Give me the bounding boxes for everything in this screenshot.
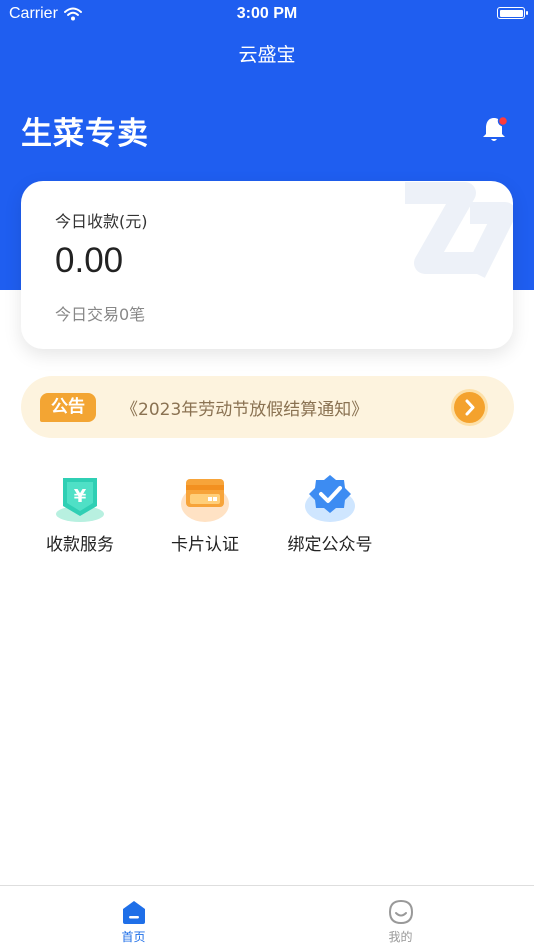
tab-profile[interactable]: 我的 [267, 886, 534, 951]
service-label: 收款服务 [46, 535, 114, 555]
income-label: 今日收款(元) [55, 212, 148, 231]
notice-text[interactable]: 《2023年劳动节放假结算通知》 [121, 395, 368, 420]
svg-text:¥: ¥ [74, 486, 87, 507]
service-label: 绑定公众号 [287, 535, 373, 555]
store-name: 生菜专卖 [21, 116, 149, 152]
card-icon [178, 470, 232, 524]
card-watermark-logo [405, 182, 513, 278]
notice-badge: 公告 [40, 393, 96, 422]
yen-shield-icon: ¥ [53, 470, 107, 524]
tab-bar: 首页 我的 [0, 885, 534, 951]
battery-icon [497, 7, 528, 19]
notice-banner[interactable]: 公告 《2023年劳动节放假结算通知》 [21, 376, 514, 438]
service-collect-payment[interactable]: ¥ 收款服务 [28, 470, 132, 555]
service-card-verification[interactable]: 卡片认证 [153, 470, 257, 555]
service-label: 卡片认证 [171, 535, 239, 555]
verified-badge-icon [303, 470, 357, 524]
tab-label: 我的 [388, 930, 413, 944]
chevron-right-icon[interactable] [454, 392, 485, 423]
status-time: 3:00 PM [236, 5, 298, 22]
status-bar: Carrier 3:00 PM [0, 0, 534, 28]
bell-icon[interactable] [481, 114, 509, 144]
tab-label: 首页 [121, 930, 146, 944]
tab-home[interactable]: 首页 [0, 886, 267, 951]
profile-face-icon [387, 898, 415, 926]
transaction-count: 今日交易0笔 [55, 305, 146, 324]
service-bind-official-account[interactable]: 绑定公众号 [278, 470, 382, 555]
income-card[interactable]: 今日收款(元) 0.00 今日交易0笔 [21, 181, 513, 349]
nav-title: 云盛宝 [238, 44, 296, 66]
home-icon [120, 898, 148, 926]
income-amount: 0.00 [55, 241, 124, 280]
